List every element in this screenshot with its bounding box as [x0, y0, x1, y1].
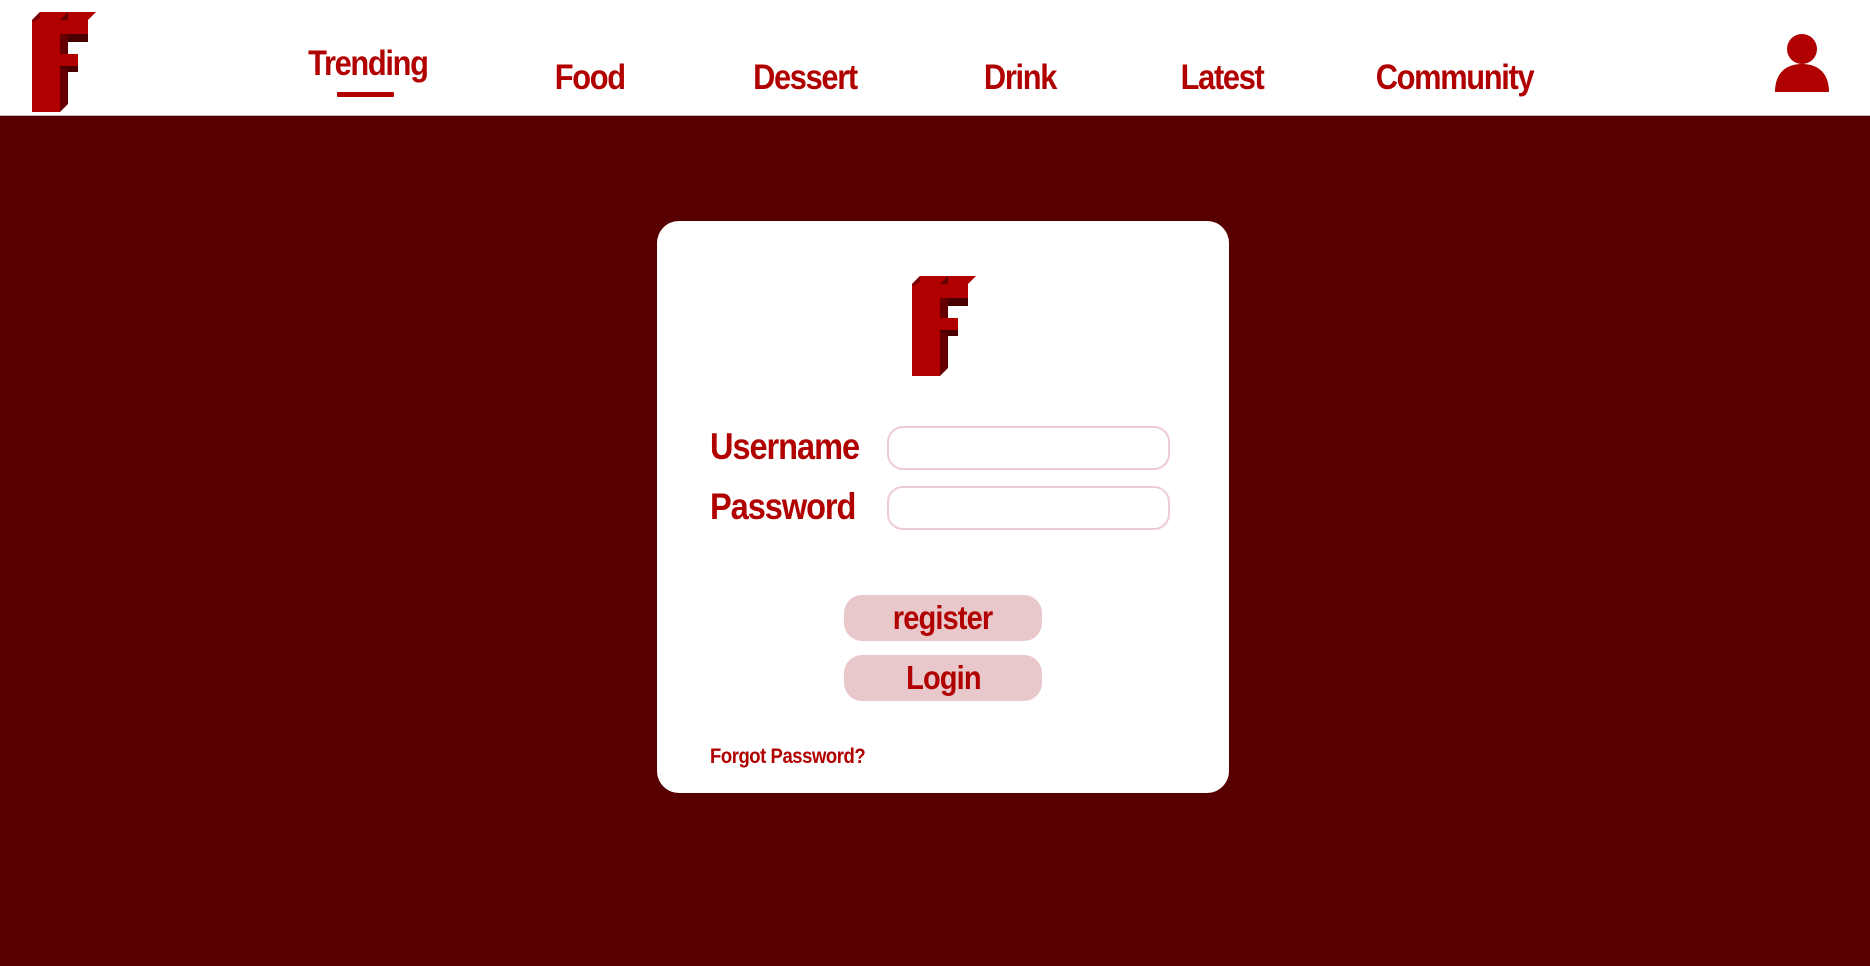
login-button[interactable]: Login: [844, 655, 1042, 701]
nav-item-community[interactable]: Community: [1376, 60, 1535, 95]
nav-item-trending[interactable]: Trending: [308, 46, 429, 81]
nav-item-latest[interactable]: Latest: [1181, 60, 1265, 95]
username-label: Username: [710, 426, 860, 467]
nav-item-drink[interactable]: Drink: [984, 60, 1057, 95]
login-button-label: Login: [905, 659, 982, 696]
password-input[interactable]: [887, 486, 1170, 530]
f-logo-icon[interactable]: [30, 12, 96, 112]
forgot-password-link[interactable]: Forgot Password?: [710, 746, 866, 767]
nav-item-dessert[interactable]: Dessert: [753, 60, 858, 95]
user-icon[interactable]: [1775, 34, 1829, 92]
password-label: Password: [710, 486, 856, 527]
login-card: Username Password register Login Forgot …: [657, 221, 1229, 793]
f-logo-icon: [910, 276, 976, 376]
register-button[interactable]: register: [844, 595, 1042, 641]
register-button-label: register: [893, 599, 993, 636]
top-nav-bar: Trending Food Dessert Drink Latest Commu…: [0, 0, 1870, 116]
nav-item-food[interactable]: Food: [555, 60, 626, 95]
username-input[interactable]: [887, 426, 1170, 470]
active-tab-underline: [337, 92, 394, 97]
